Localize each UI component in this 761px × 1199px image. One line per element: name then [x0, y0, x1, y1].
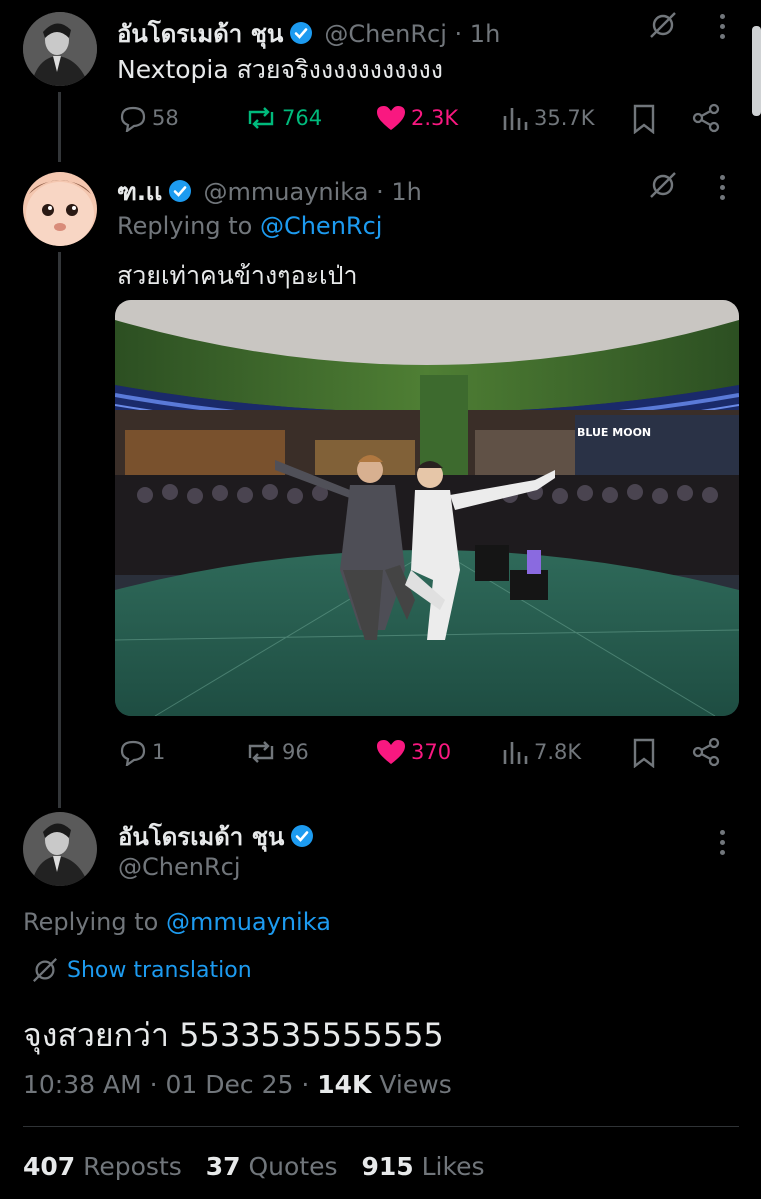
author-name[interactable]: อันโดรเมด้า ชุน — [117, 20, 283, 48]
replying-to-link[interactable]: @mmuaynika — [166, 908, 331, 936]
repost-button[interactable]: 764 — [244, 104, 322, 132]
verified-badge-icon — [290, 22, 313, 44]
share-icon[interactable] — [690, 102, 722, 138]
more-icon[interactable] — [720, 830, 726, 860]
more-icon[interactable] — [720, 175, 726, 205]
thread-line — [58, 252, 61, 808]
like-button[interactable]: 2.3K — [375, 104, 458, 132]
views-button[interactable]: 35.7K — [500, 104, 595, 132]
likes-label: Likes — [421, 1152, 485, 1181]
repost-icon — [248, 107, 274, 129]
quotes-count: 37 — [205, 1152, 241, 1181]
author-name[interactable]: ฑ.เเ — [117, 178, 162, 206]
views-label: Views — [379, 1070, 452, 1099]
avatar[interactable] — [23, 12, 97, 86]
grok-icon[interactable] — [648, 10, 678, 44]
views-button[interactable]: 7.8K — [500, 738, 581, 766]
quotes-stat[interactable]: 37 Quotes — [206, 1152, 338, 1181]
show-translation-button[interactable]: Show translation — [31, 956, 252, 984]
reply-button[interactable]: 58 — [118, 104, 179, 132]
translate-icon — [33, 958, 57, 982]
reply-button[interactable]: 1 — [118, 738, 165, 766]
verified-badge-icon — [291, 825, 314, 847]
views-count: 35.7K — [534, 106, 595, 130]
replying-to-label: Replying to — [117, 212, 253, 240]
like-count: 370 — [411, 740, 452, 764]
tweet-text: Nextopia สวยจริงงงงงงงงงงง — [117, 55, 443, 84]
scrollbar[interactable] — [752, 26, 761, 116]
likes-stat[interactable]: 915 Likes — [361, 1152, 484, 1181]
reply-count: 58 — [152, 106, 179, 130]
author-name[interactable]: อันโดรเมด้า ชุน — [118, 823, 284, 851]
author-handle[interactable]: @ChenRcj — [118, 853, 240, 881]
reposts-count: 407 — [23, 1152, 76, 1181]
heart-filled-icon — [377, 740, 405, 764]
replying-to-label: Replying to — [23, 908, 159, 936]
grok-icon[interactable] — [648, 170, 678, 204]
reposts-stat[interactable]: 407 Reposts — [23, 1152, 182, 1181]
views-icon — [503, 108, 528, 130]
author-handle[interactable]: @mmuaynika · 1h — [204, 178, 422, 206]
like-count: 2.3K — [411, 106, 459, 130]
timestamp[interactable]: 10:38 AM · 01 Dec 25 · — [23, 1070, 309, 1099]
quotes-label: Quotes — [248, 1152, 338, 1181]
photo-sign-text: BLUE MOON — [577, 426, 651, 439]
reply-count: 1 — [152, 740, 166, 764]
views-icon — [503, 742, 528, 764]
avatar[interactable] — [23, 172, 97, 246]
reply-icon — [120, 740, 146, 766]
author-handle[interactable]: @ChenRcj · 1h — [324, 20, 500, 48]
repost-button[interactable]: 96 — [244, 738, 309, 766]
views-count: 14K — [317, 1070, 372, 1099]
more-icon[interactable] — [720, 14, 726, 44]
divider — [23, 1126, 739, 1127]
likes-count: 915 — [361, 1152, 414, 1181]
bookmark-icon[interactable] — [631, 738, 657, 772]
reposts-label: Reposts — [83, 1152, 182, 1181]
heart-filled-icon — [377, 106, 405, 130]
share-icon[interactable] — [690, 736, 722, 772]
tweet-photo[interactable]: BLUE MOON — [115, 300, 739, 716]
repost-count: 764 — [282, 106, 323, 130]
bookmark-icon[interactable] — [631, 104, 657, 138]
avatar[interactable] — [23, 812, 97, 886]
show-translation-label: Show translation — [67, 957, 252, 983]
verified-badge-icon — [169, 180, 192, 202]
thread-line — [58, 92, 61, 162]
like-button[interactable]: 370 — [375, 738, 451, 766]
repost-icon — [248, 741, 274, 763]
replying-to-link[interactable]: @ChenRcj — [260, 212, 382, 240]
views-count: 7.8K — [534, 740, 582, 764]
tweet-text: จุงสวยกว่า 5533535555555 — [23, 1016, 444, 1054]
repost-count: 96 — [282, 740, 309, 764]
reply-icon — [120, 106, 146, 132]
tweet-text: สวยเท่าคนข้างๆอะเป่า — [117, 261, 358, 290]
